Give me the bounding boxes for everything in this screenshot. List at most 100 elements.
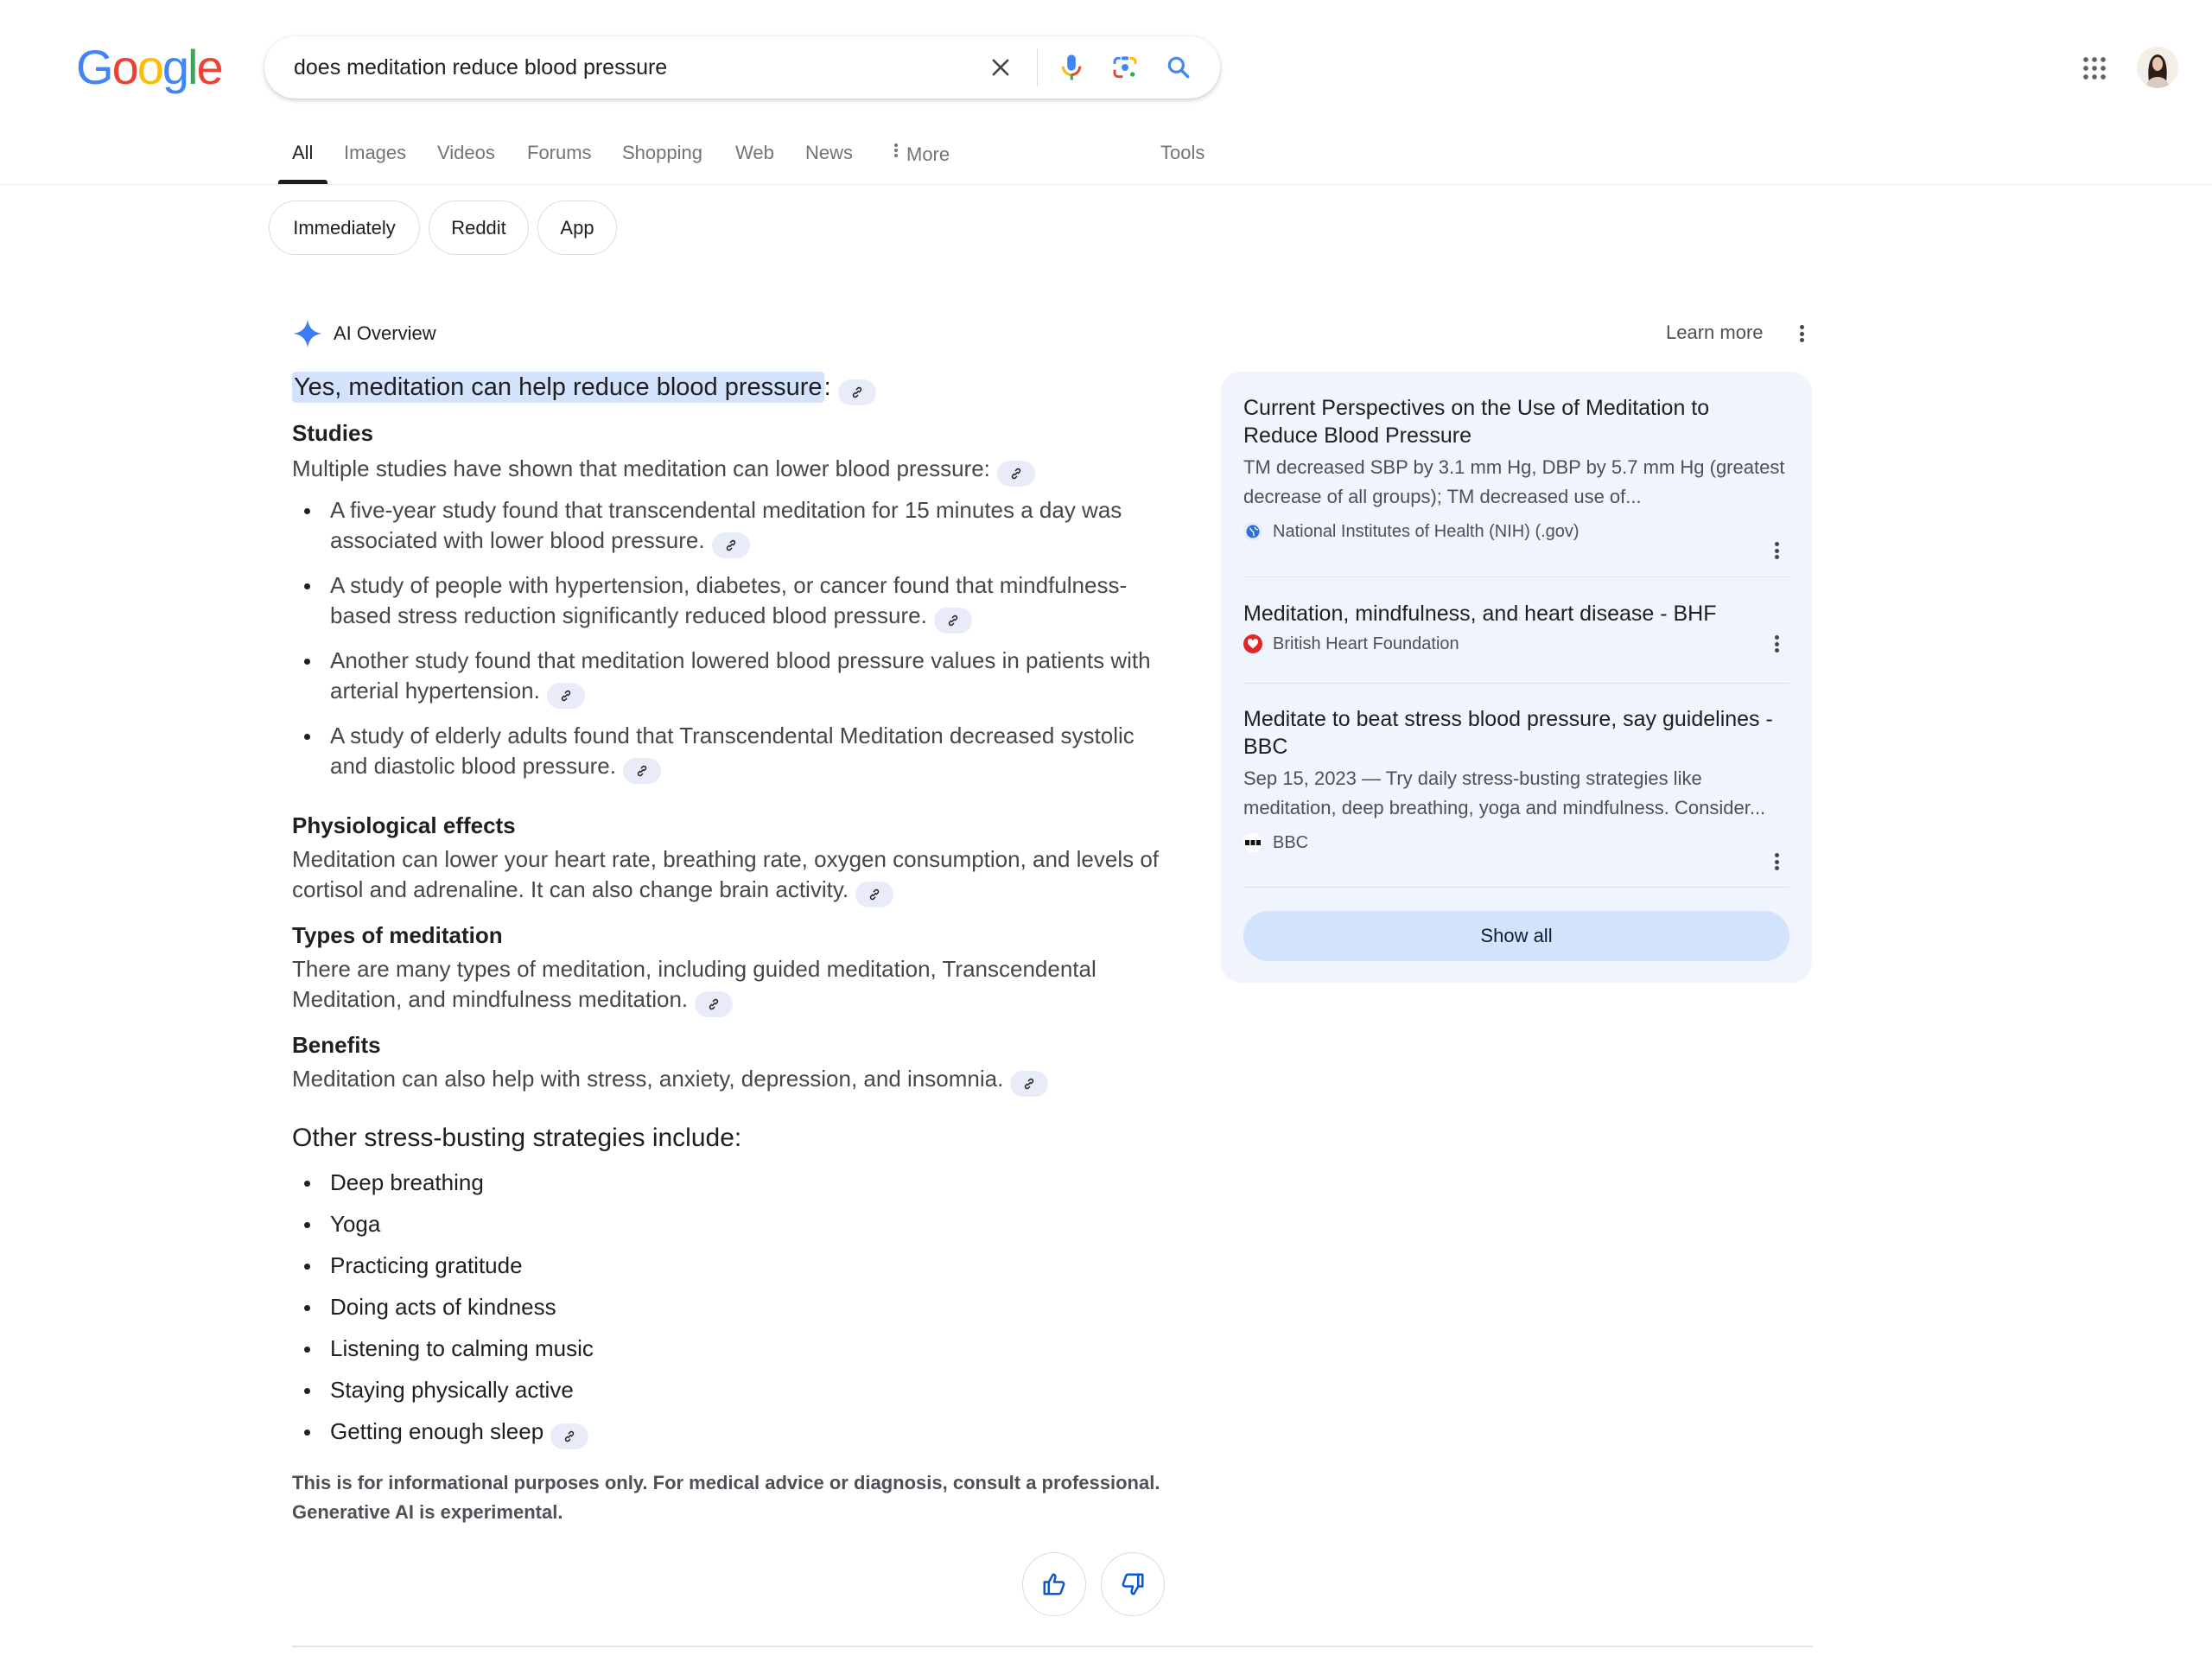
- tab-forums[interactable]: Forums: [527, 142, 592, 164]
- headline-colon: :: [823, 373, 831, 401]
- apps-grid-icon: [2083, 57, 2106, 80]
- tab-more-label: More: [906, 143, 950, 165]
- source-site: BBC: [1243, 830, 1789, 856]
- camera-lens-icon: [1113, 56, 1137, 79]
- learn-more-link[interactable]: Learn more: [1666, 322, 1764, 344]
- tab-news[interactable]: News: [805, 142, 853, 164]
- account-avatar[interactable]: [2137, 47, 2178, 88]
- source-item[interactable]: Meditation, mindfulness, and heart disea…: [1243, 600, 1789, 657]
- disclaimer-line-2: Generative AI is experimental.: [292, 1501, 563, 1523]
- tab-all[interactable]: All: [292, 142, 313, 164]
- ai-overview-menu-button[interactable]: [1789, 318, 1815, 349]
- more-vert-icon: [1799, 323, 1804, 345]
- refine-chip-immediately[interactable]: Immediately: [269, 201, 420, 255]
- source-site-name: British Heart Foundation: [1273, 634, 1459, 653]
- refine-chip-app[interactable]: App: [537, 201, 617, 255]
- benefits-text: Meditation can also help with stress, an…: [292, 1064, 1160, 1097]
- search-tabs: All Images Videos Forums Shopping Web Ne…: [0, 130, 2212, 185]
- thumbs-up-button[interactable]: [1022, 1552, 1086, 1616]
- source-link-chip[interactable]: [933, 608, 972, 634]
- search-divider: [1037, 48, 1038, 86]
- more-vert-icon: [1774, 540, 1779, 562]
- search-icon: [1167, 56, 1190, 79]
- thumbs-up-icon: [1043, 1573, 1065, 1595]
- link-icon: [726, 539, 735, 551]
- bbc-favicon-icon: [1243, 833, 1262, 852]
- source-title[interactable]: Meditation, mindfulness, and heart disea…: [1243, 600, 1789, 627]
- source-menu-button[interactable]: [1764, 849, 1789, 875]
- source-menu-button[interactable]: [1764, 538, 1789, 564]
- source-link-chip[interactable]: [695, 991, 734, 1017]
- source-snippet: TM decreased SBP by 3.1 mm Hg, DBP by 5.…: [1243, 456, 1785, 507]
- source-title[interactable]: Current Perspectives on the Use of Medit…: [1243, 394, 1789, 449]
- source-link-chip[interactable]: [622, 758, 661, 784]
- microphone-icon: [1061, 54, 1082, 80]
- tab-videos[interactable]: Videos: [437, 142, 495, 164]
- source-link-chip[interactable]: [711, 532, 750, 558]
- list-item: Doing acts of kindness: [292, 1292, 1160, 1322]
- tab-more[interactable]: More: [894, 142, 950, 166]
- google-apps-button[interactable]: [2074, 48, 2115, 89]
- gemini-sparkle-icon: [293, 319, 322, 348]
- source-link-chip[interactable]: [855, 882, 894, 907]
- source-menu-button[interactable]: [1764, 631, 1789, 657]
- thumbs-down-button[interactable]: [1101, 1552, 1165, 1616]
- link-icon: [852, 386, 861, 398]
- list-item: Practicing gratitude: [292, 1251, 1160, 1281]
- tab-shopping[interactable]: Shopping: [622, 142, 702, 164]
- source-link-chip[interactable]: [996, 461, 1035, 487]
- lens-search-button[interactable]: [1104, 47, 1146, 88]
- link-icon: [1011, 468, 1021, 480]
- tools-button[interactable]: Tools: [1160, 142, 1205, 164]
- ai-overview-title: AI Overview: [334, 322, 436, 344]
- source-item[interactable]: Meditate to beat stress blood pressure, …: [1243, 705, 1789, 870]
- source-link-chip[interactable]: [837, 379, 876, 405]
- source-title[interactable]: Meditate to beat stress blood pressure, …: [1243, 705, 1789, 761]
- list-item: A study of people with hypertension, dia…: [292, 570, 1160, 634]
- types-text: There are many types of meditation, incl…: [292, 954, 1160, 1017]
- close-icon: [992, 59, 1009, 76]
- sources-panel: Current Perspectives on the Use of Medit…: [1221, 372, 1812, 983]
- list-item: Staying physically active: [292, 1375, 1160, 1405]
- section-title-types: Types of meditation: [292, 922, 503, 948]
- source-item[interactable]: Current Perspectives on the Use of Medit…: [1243, 394, 1789, 559]
- list-item: Deep breathing: [292, 1168, 1160, 1198]
- strategies-list: Deep breathing Yoga Practicing gratitude…: [292, 1168, 1160, 1449]
- source-link-chip[interactable]: [546, 683, 585, 709]
- voice-search-button[interactable]: [1051, 47, 1092, 88]
- source-site-name: National Institutes of Health (NIH) (.go…: [1273, 521, 1580, 541]
- list-item-text: Getting enough sleep: [330, 1418, 544, 1444]
- link-icon: [948, 614, 957, 627]
- link-icon: [561, 690, 570, 702]
- link-icon: [637, 765, 647, 777]
- source-site: National Institutes of Health (NIH) (.go…: [1243, 519, 1789, 544]
- section-title-benefits: Benefits: [292, 1032, 381, 1058]
- show-all-sources-button[interactable]: Show all: [1243, 911, 1789, 961]
- logo-letter: e: [196, 40, 223, 94]
- source-divider: [1243, 576, 1789, 577]
- source-link-chip[interactable]: [1010, 1071, 1049, 1097]
- source-snippet: Sep 15, 2023 — Try daily stress-busting …: [1243, 767, 1766, 818]
- tab-web[interactable]: Web: [735, 142, 774, 164]
- source-divider: [1243, 887, 1789, 888]
- ai-overview-header: AI Overview: [292, 316, 436, 351]
- strategies-heading: Other stress-busting strategies include:: [292, 1124, 742, 1152]
- more-vert-icon: [1774, 634, 1779, 655]
- refine-chip-reddit[interactable]: Reddit: [429, 201, 529, 255]
- globe-favicon-icon: [1243, 522, 1262, 541]
- clear-search-button[interactable]: [982, 48, 1020, 86]
- tab-images[interactable]: Images: [344, 142, 406, 164]
- google-logo[interactable]: Google: [76, 40, 224, 94]
- search-submit-button[interactable]: [1158, 47, 1199, 88]
- studies-intro: Multiple studies have shown that meditat…: [292, 454, 1160, 487]
- user-avatar-icon: [2137, 47, 2178, 88]
- list-item: Yoga: [292, 1209, 1160, 1239]
- source-link-chip[interactable]: [550, 1423, 589, 1449]
- benefits-text-content: Meditation can also help with stress, an…: [292, 1066, 1004, 1092]
- search-box[interactable]: does meditation reduce blood pressure: [264, 36, 1220, 99]
- logo-letter: l: [188, 40, 199, 94]
- more-vert-icon: [894, 142, 898, 159]
- search-input[interactable]: does meditation reduce blood pressure: [294, 36, 667, 99]
- list-item-text: A study of people with hypertension, dia…: [330, 572, 1128, 628]
- more-vert-icon: [1774, 851, 1779, 873]
